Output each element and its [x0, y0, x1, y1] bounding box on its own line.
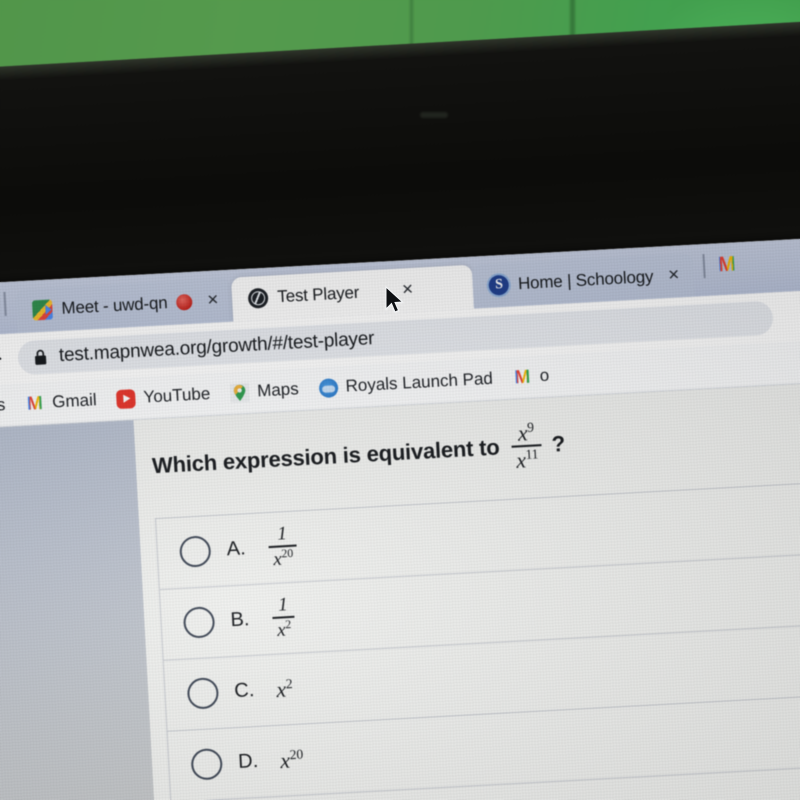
close-icon[interactable]: ×: [207, 289, 219, 312]
bookmark-youtube[interactable]: YouTube: [116, 384, 211, 409]
bookmark-label: Royals Launch Pad: [345, 368, 494, 396]
bookmark-gmail[interactable]: M Gmail: [25, 390, 97, 414]
answer-options-list: A. 1 x20 B. 1 x2 C. x2 D. x20: [154, 477, 800, 800]
youtube-icon: [116, 388, 137, 409]
fraction-denominator: x20: [268, 544, 299, 571]
schoology-s-icon: S: [488, 274, 510, 296]
tab-title: Home | Schoology: [517, 266, 654, 294]
google-maps-pin-icon: [229, 382, 250, 403]
radio-button-c[interactable]: [186, 677, 220, 710]
bookmark-extra-gmail[interactable]: M o: [512, 365, 550, 389]
gmail-icon: M: [513, 366, 531, 389]
bookmark-label: Maps: [256, 379, 300, 401]
question-prompt: Which expression is equivalent to x9 x11…: [135, 401, 800, 493]
option-letter: D.: [237, 750, 259, 774]
tab-title: Meet - uwd-qn: [61, 293, 168, 318]
bookmark-maps[interactable]: Maps: [229, 379, 300, 403]
fraction-numerator: 1: [276, 523, 288, 545]
url-text: test.mapnwea.org/growth/#/test-player: [58, 328, 375, 367]
bezel-notch: [420, 112, 448, 118]
bookmarks-overflow-label[interactable]: kmarks: [0, 395, 6, 418]
cloud-icon: [318, 377, 339, 398]
gmail-icon[interactable]: M: [714, 252, 739, 277]
option-expression-d: x20: [279, 746, 304, 773]
tab-separator: [3, 291, 7, 316]
option-expression-c: x2: [275, 675, 293, 702]
question-fraction: x9 x11: [510, 419, 544, 473]
left-side-panel: [0, 420, 157, 800]
mouse-cursor-icon: [384, 285, 406, 316]
lock-icon: [34, 349, 48, 366]
radio-button-a[interactable]: [178, 535, 212, 569]
close-icon[interactable]: ×: [668, 264, 680, 287]
fraction-denominator: x11: [511, 444, 544, 473]
question-mark: ?: [551, 431, 566, 458]
globe-icon: [247, 287, 269, 309]
radio-button-b[interactable]: [182, 606, 216, 640]
test-player-page: Which expression is equivalent to x9 x11…: [0, 378, 800, 800]
gmail-icon: M: [26, 392, 44, 415]
tab-title: Test Player: [276, 282, 360, 307]
option-letter: B.: [229, 608, 251, 632]
bookmark-royals-launch-pad[interactable]: Royals Launch Pad: [318, 369, 493, 398]
bookmark-label: YouTube: [142, 384, 211, 407]
option-expression-a: 1 x20: [267, 523, 299, 571]
fraction-numerator: x9: [517, 419, 535, 446]
bookmark-label: o: [539, 365, 550, 386]
fraction-numerator: 1: [277, 594, 289, 616]
option-expression-b: 1 x2: [271, 594, 297, 642]
recording-dot-icon: [176, 293, 193, 311]
radio-button-d[interactable]: [190, 748, 224, 781]
question-text: Which expression is equivalent to: [151, 434, 501, 479]
bookmark-label: Gmail: [51, 390, 98, 412]
tab-separator: [702, 254, 706, 279]
option-letter: C.: [233, 679, 255, 703]
question-content-area: Which expression is equivalent to x9 x11…: [133, 378, 800, 800]
home-icon[interactable]: [0, 347, 5, 372]
fraction-denominator: x2: [272, 615, 297, 642]
google-meet-icon: [32, 299, 54, 321]
option-letter: A.: [226, 537, 247, 561]
browser-window: × Meet - uwd-qn × Test Player × S Home |…: [0, 234, 800, 800]
photograph-of-laptop-screen: × Meet - uwd-qn × Test Player × S Home |…: [0, 0, 800, 800]
